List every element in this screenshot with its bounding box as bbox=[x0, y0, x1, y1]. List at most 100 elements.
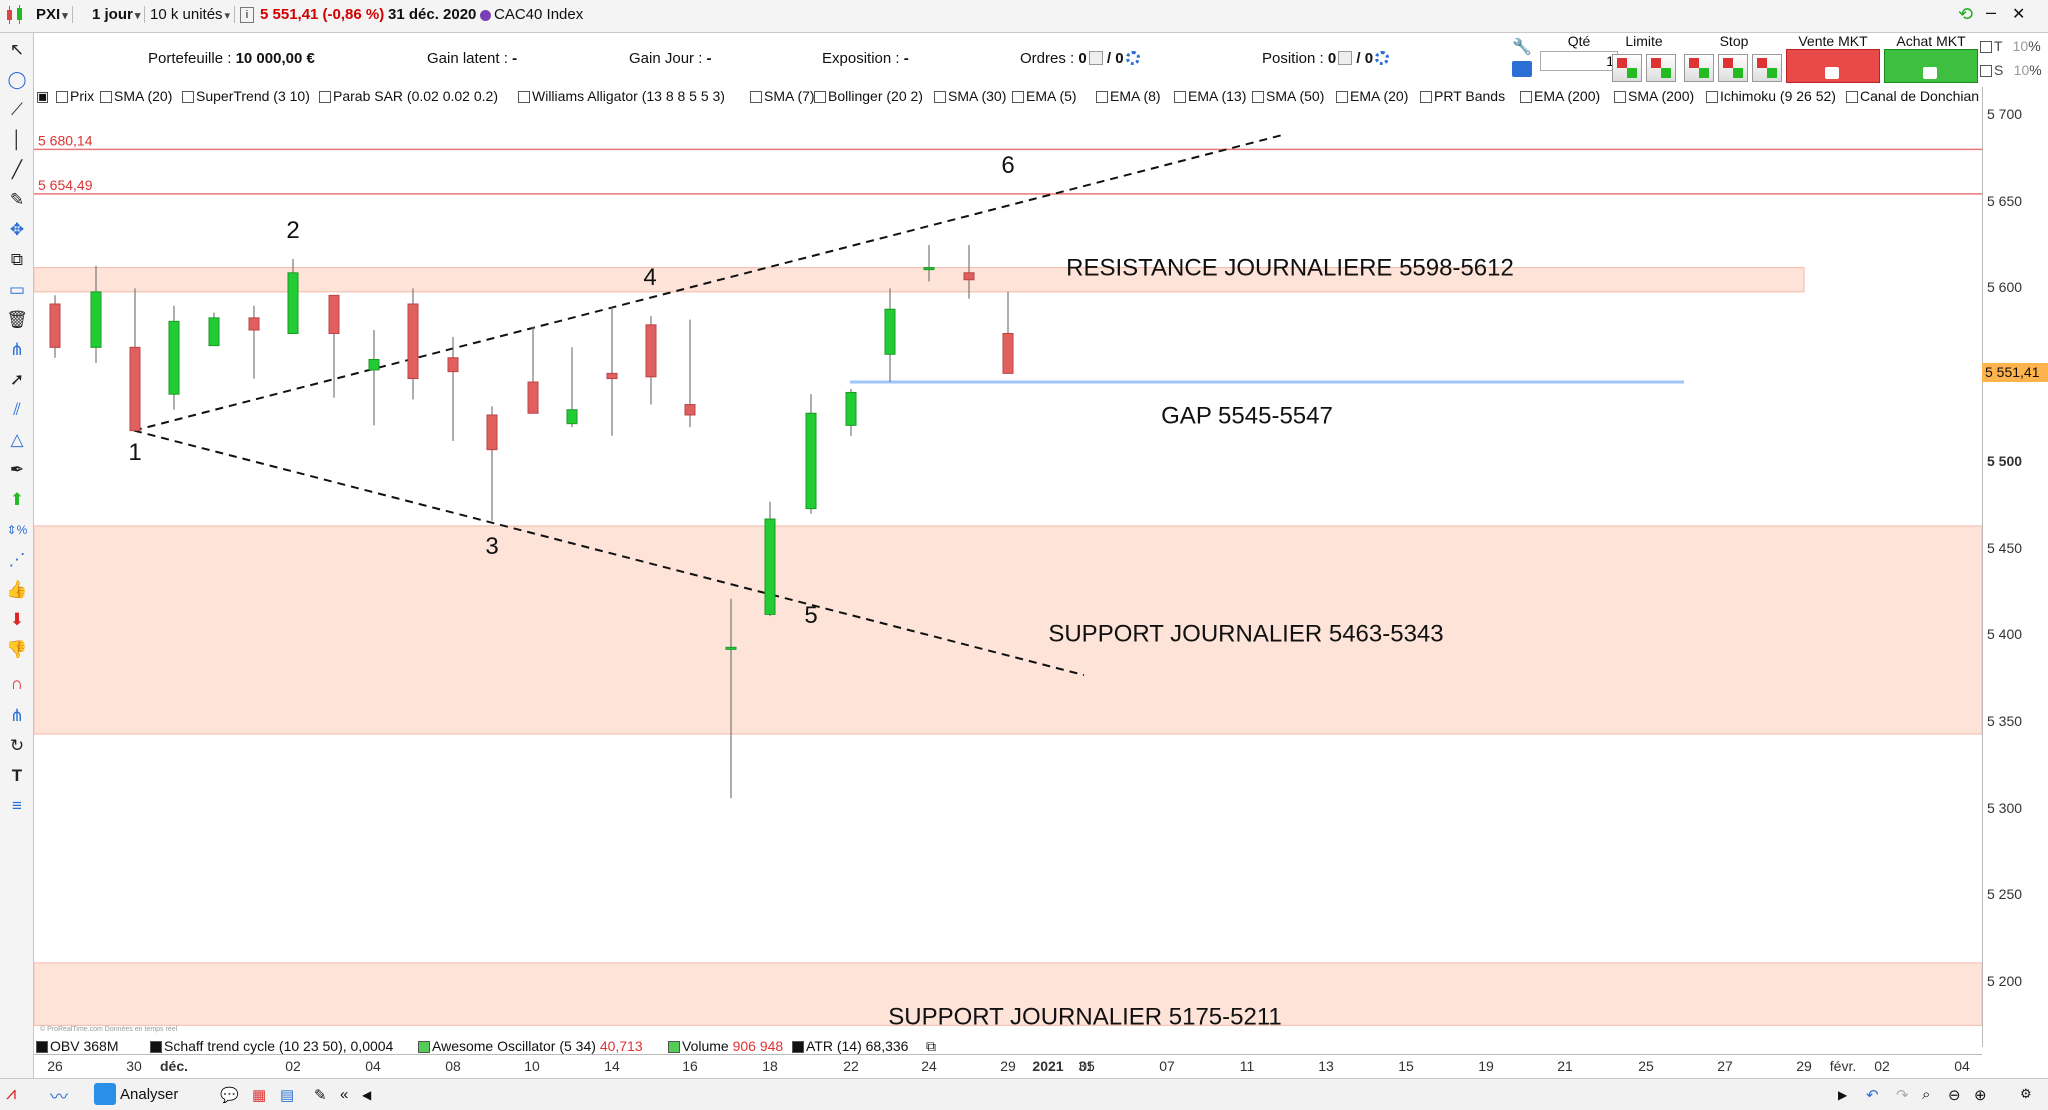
calendar-icon[interactable]: ▦ bbox=[252, 1086, 266, 1104]
limite-sell-button[interactable] bbox=[1612, 54, 1642, 82]
vertical-line-icon[interactable]: │ bbox=[6, 129, 28, 151]
sell-market-button[interactable] bbox=[1786, 49, 1880, 83]
scroll-right-icon[interactable]: ▶ bbox=[1838, 1088, 1847, 1102]
undo-icon[interactable]: ↶ bbox=[1866, 1086, 1879, 1104]
settings-icon[interactable]: ⚙ bbox=[2020, 1086, 2032, 1102]
stop-loss-checkbox[interactable] bbox=[1980, 65, 1992, 77]
chart-type-icon[interactable]: ⩘ bbox=[6, 1083, 16, 1104]
fibonacci-icon[interactable]: ⋔ bbox=[6, 339, 28, 361]
share-icon[interactable] bbox=[94, 1083, 116, 1105]
symbol-select[interactable]: PXI bbox=[32, 6, 73, 23]
candlestick-icon[interactable] bbox=[4, 4, 26, 30]
channel-icon[interactable]: ⫽ bbox=[6, 399, 28, 421]
scroll-left-icon[interactable]: ◀ bbox=[362, 1088, 371, 1102]
schaff-indicator[interactable]: Schaff trend cycle (10 23 50), 0,0004 bbox=[150, 1038, 393, 1054]
indicator-item[interactable]: SMA (200) bbox=[1614, 88, 1694, 104]
cursor-icon[interactable]: ↖ bbox=[6, 39, 28, 61]
atr-indicator[interactable]: ATR (14) 68,336 bbox=[792, 1038, 908, 1054]
take-profit-value[interactable]: 10 bbox=[2006, 38, 2029, 54]
date-axis[interactable]: 26 30 déc. 02 04 08 10 14 16 18 22 24 29 31 2021 05 07 11… bbox=[34, 1054, 1982, 1078]
indicator-icon[interactable]: ≡ bbox=[6, 795, 28, 817]
stop-mid-button[interactable] bbox=[1718, 54, 1748, 82]
expand-icon[interactable]: ⧉ bbox=[926, 1038, 936, 1055]
indicator-item[interactable]: SMA (20) bbox=[100, 88, 172, 104]
indicator-item[interactable]: SMA (7) bbox=[750, 88, 815, 104]
copy-icon[interactable]: ⧉ bbox=[6, 249, 28, 271]
percent-icon[interactable]: ⇕% bbox=[6, 519, 28, 541]
layout-icon[interactable]: ▤ bbox=[280, 1086, 294, 1104]
triangle-icon[interactable]: △ bbox=[6, 429, 28, 451]
period-select[interactable]: 1 jour bbox=[88, 6, 146, 23]
zoom-in-icon[interactable]: ⊕ bbox=[1974, 1086, 1987, 1104]
up-arrow-icon[interactable]: ⬆ bbox=[6, 489, 28, 511]
stop-loss-setting[interactable]: S 10% bbox=[1980, 62, 2042, 78]
rotate-icon[interactable]: ↻ bbox=[6, 735, 28, 757]
keyboard-icon[interactable] bbox=[1512, 61, 1532, 77]
text-icon[interactable]: T bbox=[6, 765, 28, 787]
down-arrow-icon[interactable]: ⬇ bbox=[6, 609, 28, 631]
segment-icon[interactable]: ⟋ bbox=[6, 99, 28, 121]
zoom-fit-icon[interactable]: ⌕ bbox=[1922, 1086, 1930, 1103]
move-icon[interactable]: ✥ bbox=[6, 219, 28, 241]
take-profit-checkbox[interactable] bbox=[1980, 41, 1992, 53]
rectangle-icon[interactable]: ▭ bbox=[6, 279, 28, 301]
indicator-menu-icon[interactable]: 〰 bbox=[50, 1083, 68, 1109]
ellipse-icon[interactable]: ◯ bbox=[6, 69, 28, 91]
thumbs-up-icon[interactable]: 👍 bbox=[6, 579, 28, 601]
redo-icon[interactable]: ↷ bbox=[1896, 1086, 1909, 1104]
zoom-out-icon[interactable]: ⊖ bbox=[1948, 1086, 1961, 1104]
thumbs-down-icon[interactable]: 👎 bbox=[6, 639, 28, 661]
indicator-item[interactable]: Bollinger (20 2) bbox=[814, 88, 923, 104]
stop-sell-button[interactable] bbox=[1684, 54, 1714, 82]
indicator-item[interactable]: SMA (50) bbox=[1252, 88, 1324, 104]
price-axis[interactable]: 5 7005 6505 6005 5505 5005 4505 4005 350… bbox=[1982, 87, 2048, 1047]
brush-icon[interactable]: ✎ bbox=[6, 189, 28, 211]
indicator-item[interactable]: Williams Alligator (13 8 8 5 5 3) bbox=[518, 88, 725, 104]
indicator-item[interactable]: Prix bbox=[56, 88, 94, 104]
wrench-icon[interactable]: 🔧 bbox=[1512, 37, 1532, 57]
orders-settings-icon[interactable] bbox=[1125, 51, 1140, 65]
trend-line-icon[interactable]: ╱ bbox=[6, 159, 28, 181]
trash-icon[interactable]: 🗑 bbox=[6, 309, 28, 331]
pencil-icon[interactable]: ✎ bbox=[314, 1086, 327, 1104]
analyser-button[interactable]: Analyser bbox=[120, 1086, 178, 1103]
indicator-item[interactable]: EMA (8) bbox=[1096, 88, 1161, 104]
size-select[interactable]: 10 k unités bbox=[146, 6, 236, 23]
comment-icon[interactable]: 💬 bbox=[220, 1086, 239, 1104]
info-icon[interactable]: i bbox=[240, 7, 254, 23]
pen-icon[interactable]: ✒ bbox=[6, 459, 28, 481]
limite-buy-button[interactable] bbox=[1646, 54, 1676, 82]
price-chart[interactable]: RESISTANCE JOURNALIERE 5598-5612 SUPPORT … bbox=[34, 107, 1982, 1047]
position[interactable]: Position : 0 / 0 bbox=[1262, 50, 1390, 67]
obv-indicator[interactable]: OBV 368M bbox=[36, 1038, 118, 1054]
indicator-item[interactable]: Parab SAR (0.02 0.02 0.2) bbox=[319, 88, 498, 104]
scroll-left-double-icon[interactable]: « bbox=[340, 1086, 348, 1103]
positions-settings-icon[interactable] bbox=[1375, 51, 1390, 65]
indicator-item[interactable]: Ichimoku (9 26 52) bbox=[1706, 88, 1836, 104]
awesome-indicator[interactable]: Awesome Oscillator (5 34) 40,713 bbox=[418, 1038, 643, 1054]
volume-indicator[interactable]: Volume 906 948 bbox=[668, 1038, 783, 1054]
chart-settings-icon[interactable]: ▣ bbox=[36, 88, 49, 105]
indicator-item[interactable]: SuperTrend (3 10) bbox=[182, 88, 310, 104]
indicator-item[interactable]: SMA (30) bbox=[934, 88, 1006, 104]
arrow-tool-icon[interactable]: ➚ bbox=[6, 369, 28, 391]
refresh-icon[interactable]: ⟲ bbox=[1958, 4, 1973, 25]
indicator-item[interactable]: EMA (200) bbox=[1520, 88, 1600, 104]
pitchfork-icon[interactable]: ⋔ bbox=[6, 705, 28, 727]
indicator-item[interactable]: Canal de Donchian bbox=[1846, 88, 1979, 104]
quantity-input[interactable] bbox=[1540, 51, 1618, 71]
indicator-item[interactable]: PRT Bands bbox=[1420, 88, 1505, 104]
positions-list-icon[interactable] bbox=[1338, 51, 1353, 65]
magnet-icon[interactable]: ∩ bbox=[6, 673, 28, 695]
ordres[interactable]: Ordres : 0 / 0 bbox=[1020, 50, 1140, 67]
indicator-item[interactable]: EMA (20) bbox=[1336, 88, 1408, 104]
indicator-item[interactable]: EMA (5) bbox=[1012, 88, 1077, 104]
minimize-icon[interactable]: – bbox=[1986, 2, 1996, 23]
stop-loss-value[interactable]: 10 bbox=[2007, 62, 2030, 78]
orders-list-icon[interactable] bbox=[1088, 51, 1103, 65]
stop-buy-button[interactable] bbox=[1752, 54, 1782, 82]
take-profit-setting[interactable]: T 10% bbox=[1980, 38, 2041, 54]
fan-icon[interactable]: ⋰ bbox=[6, 549, 28, 571]
close-icon[interactable]: ✕ bbox=[2012, 4, 2025, 24]
indicator-item[interactable]: EMA (13) bbox=[1174, 88, 1246, 104]
